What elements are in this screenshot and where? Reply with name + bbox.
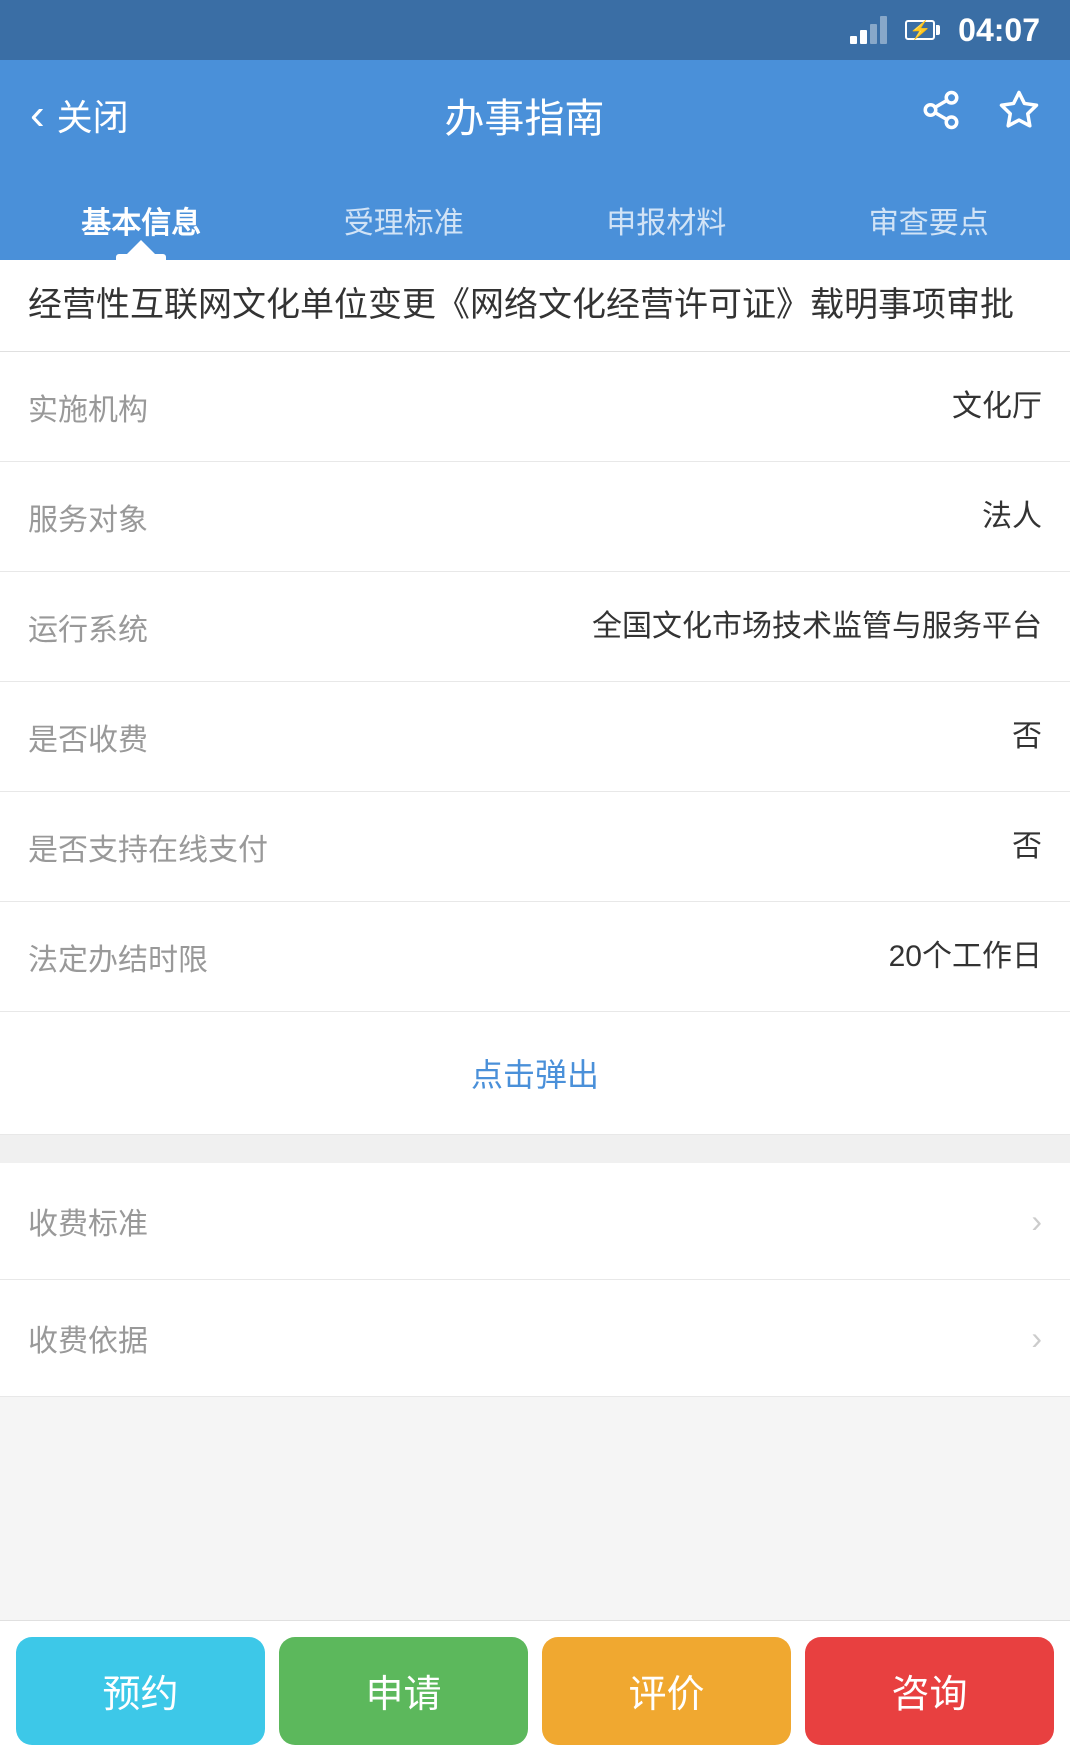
status-bar: ⚡ 04:07	[0, 0, 1070, 60]
expand-row-fee-basis[interactable]: 收费依据 ›	[0, 1280, 1070, 1397]
info-section: 实施机构 文化厅 服务对象 法人 运行系统 全国文化市场技术监管与服务平台 是否…	[0, 352, 1070, 1012]
back-icon[interactable]: ‹	[30, 90, 45, 140]
nav-bar: ‹ 关闭 办事指南	[0, 60, 1070, 170]
expand-section: 收费标准 › 收费依据 ›	[0, 1163, 1070, 1397]
tab-review[interactable]: 审查要点	[798, 180, 1061, 260]
battery-icon: ⚡	[905, 20, 940, 40]
nav-left: ‹ 关闭	[30, 89, 129, 141]
nav-right	[920, 89, 1040, 141]
consult-button[interactable]: 咨询	[805, 1637, 1054, 1745]
tab-basic[interactable]: 基本信息	[10, 180, 273, 260]
info-row-deadline: 法定办结时限 20个工作日	[0, 902, 1070, 1012]
bottom-action-bar: 预约 申请 评价 咨询	[0, 1620, 1070, 1760]
section-divider	[0, 1135, 1070, 1163]
info-row-fee: 是否收费 否	[0, 682, 1070, 792]
page-title: 经营性互联网文化单位变更《网络文化经营许可证》载明事项审批	[28, 280, 1042, 331]
signal-icon	[850, 16, 887, 44]
review-button[interactable]: 评价	[542, 1637, 791, 1745]
info-row-institution: 实施机构 文化厅	[0, 352, 1070, 462]
tab-materials[interactable]: 申报材料	[535, 180, 798, 260]
nav-title: 办事指南	[444, 86, 604, 144]
status-time: 04:07	[958, 12, 1040, 49]
chevron-right-icon-2: ›	[1031, 1320, 1042, 1357]
close-button[interactable]: 关闭	[57, 89, 129, 141]
page-title-section: 经营性互联网文化单位变更《网络文化经营许可证》载明事项审批	[0, 260, 1070, 352]
click-popup-row[interactable]: 点击弹出	[0, 1012, 1070, 1135]
tab-standard[interactable]: 受理标准	[273, 180, 536, 260]
click-popup-button[interactable]: 点击弹出	[471, 1050, 599, 1096]
info-row-system: 运行系统 全国文化市场技术监管与服务平台	[0, 572, 1070, 682]
expand-row-fee-standard[interactable]: 收费标准 ›	[0, 1163, 1070, 1280]
info-row-service-target: 服务对象 法人	[0, 462, 1070, 572]
share-icon[interactable]	[920, 89, 962, 141]
star-icon[interactable]	[998, 89, 1040, 141]
apply-button[interactable]: 申请	[279, 1637, 528, 1745]
book-button[interactable]: 预约	[16, 1637, 265, 1745]
info-row-online-payment: 是否支持在线支付 否	[0, 792, 1070, 902]
tab-bar: 基本信息 受理标准 申报材料 审查要点	[0, 170, 1070, 260]
chevron-right-icon: ›	[1031, 1203, 1042, 1240]
